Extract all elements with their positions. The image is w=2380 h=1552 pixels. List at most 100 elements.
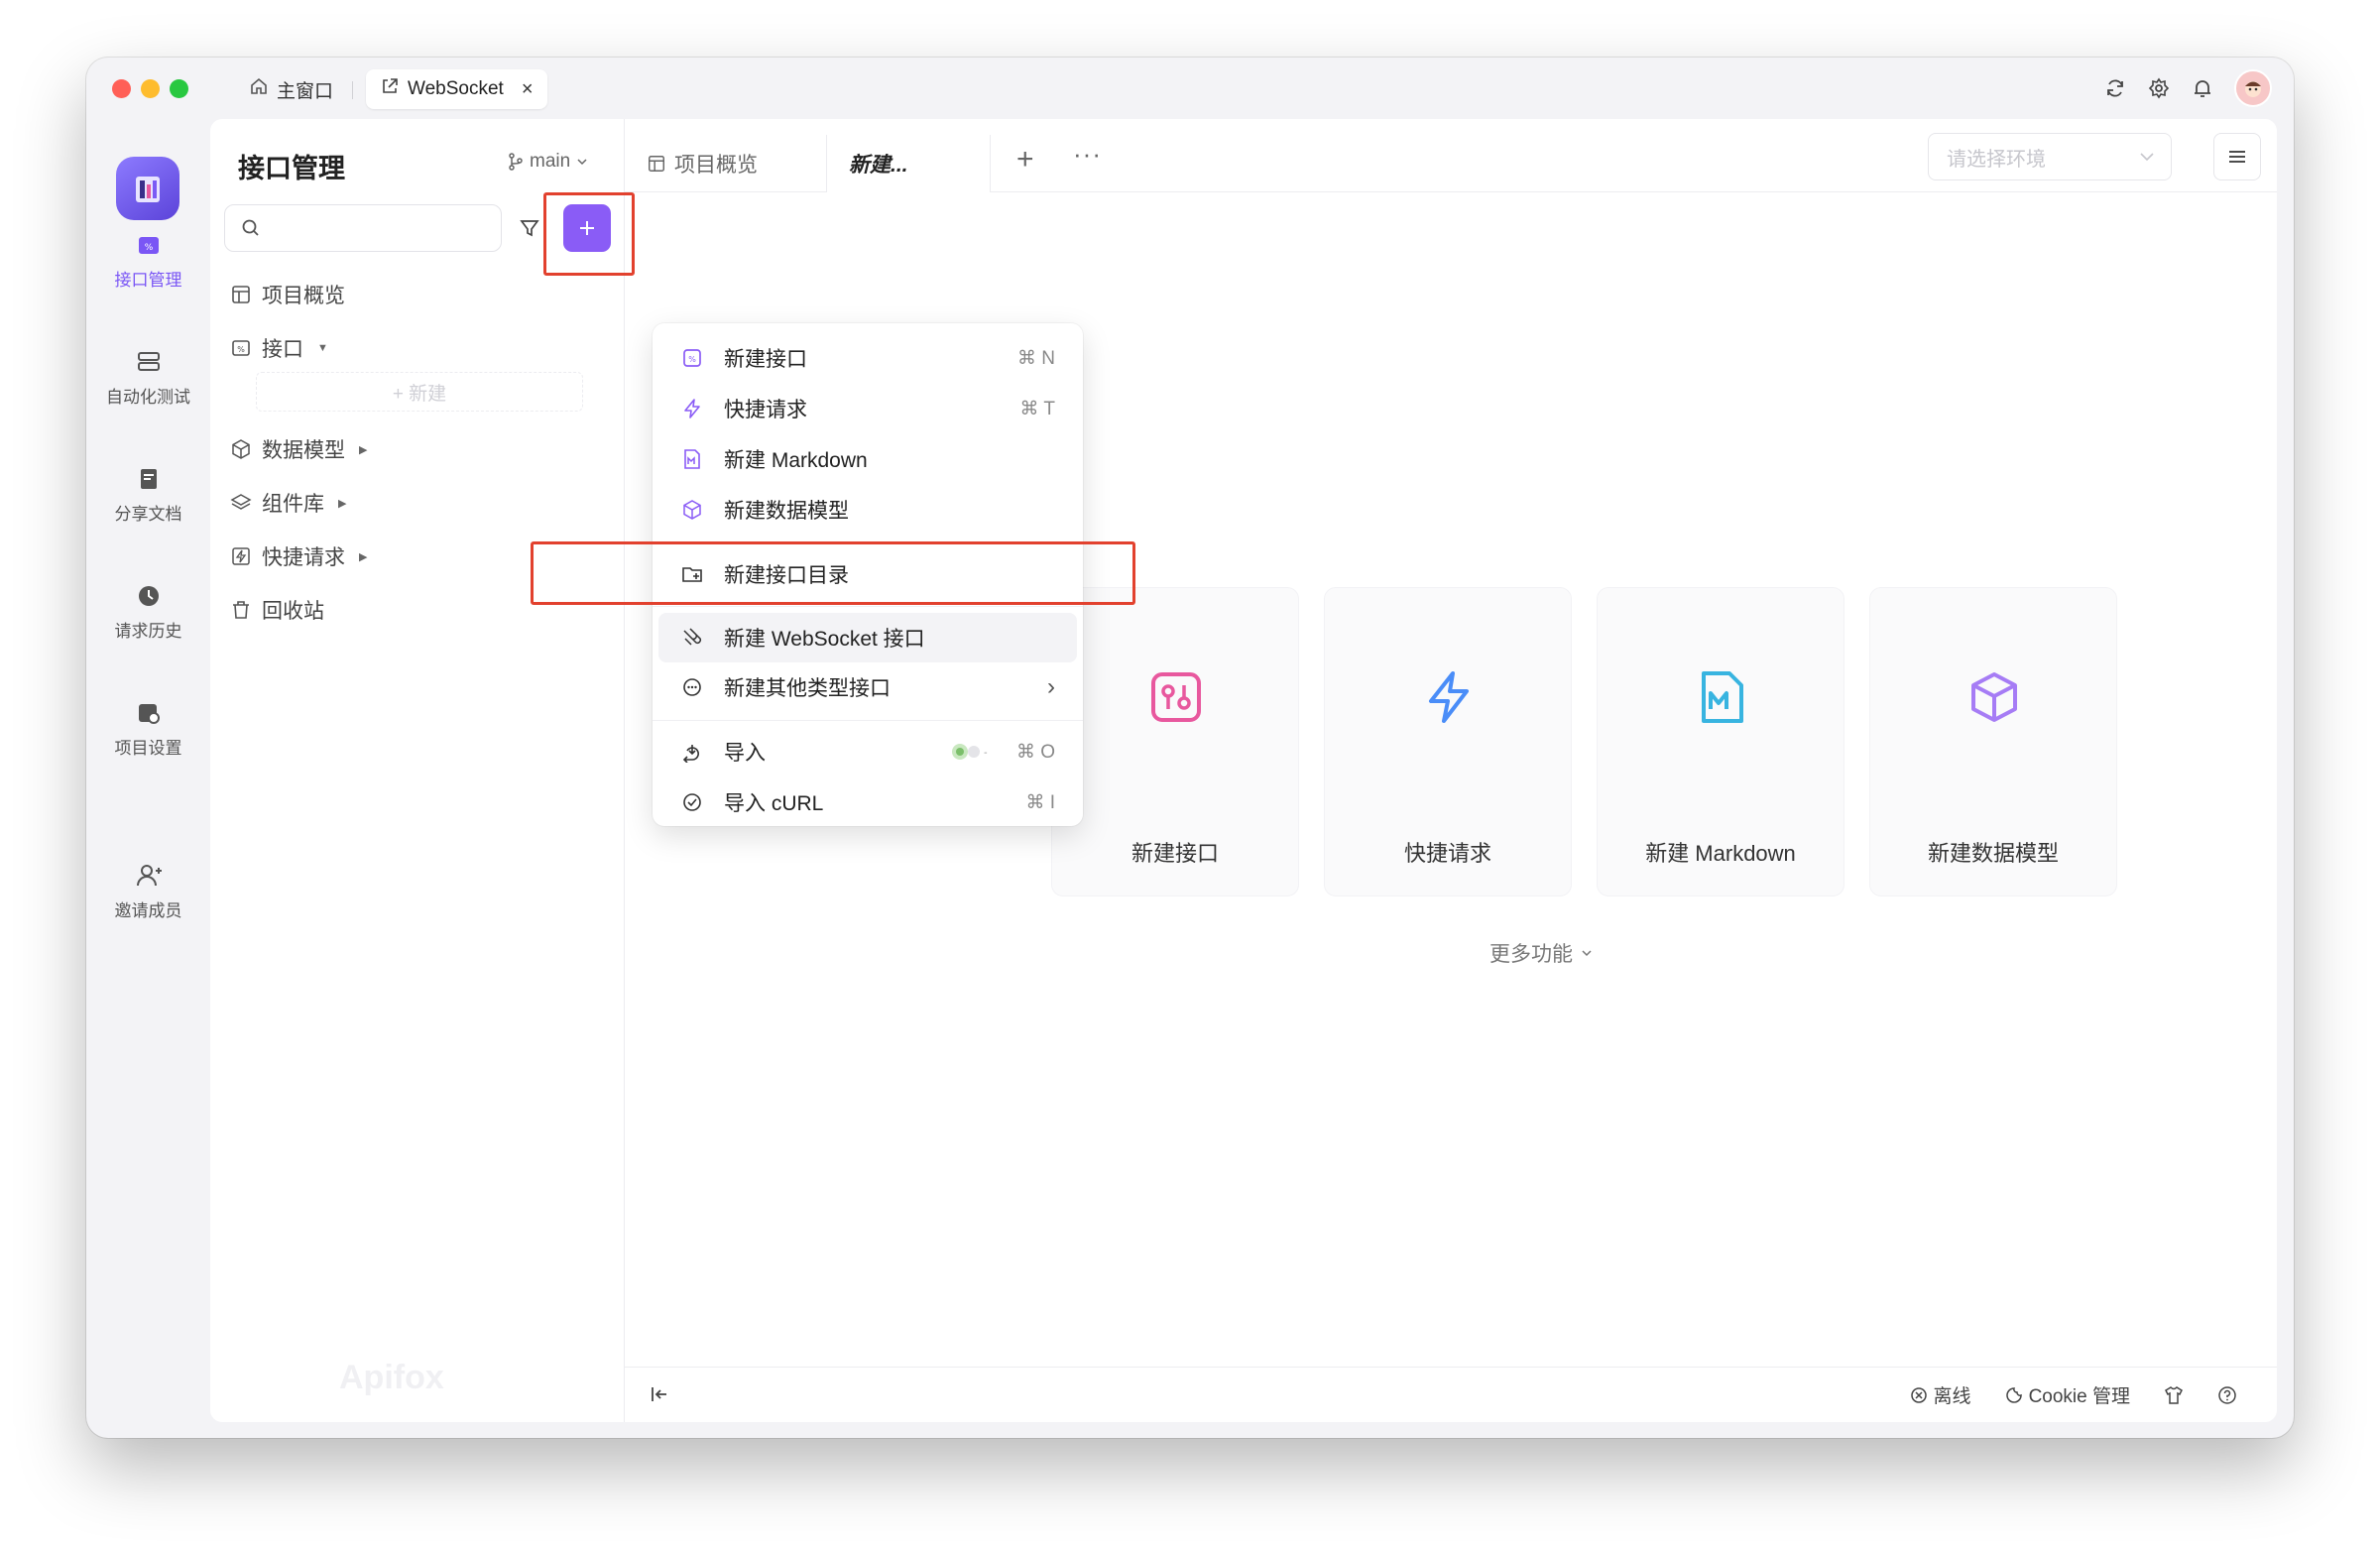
branch-icon <box>509 153 523 171</box>
tree-item-data-models[interactable]: 数据模型 ▶ <box>230 434 367 464</box>
rail-item-history[interactable]: 请求历史 <box>86 581 210 642</box>
window-tab-home[interactable]: 主窗口 <box>235 69 347 109</box>
bell-icon[interactable] <box>2191 76 2214 100</box>
card-new-markdown[interactable]: 新建 Markdown <box>1597 587 1844 896</box>
cookie-management[interactable]: Cookie 管理 <box>2005 1381 2130 1408</box>
collapse-sidebar-button[interactable] <box>649 1383 670 1411</box>
caret-right-icon: ▶ <box>338 497 347 510</box>
rail-item-invite-members[interactable]: 邀请成员 <box>86 861 210 921</box>
menu-button[interactable] <box>2213 133 2261 180</box>
api-icon: % <box>680 346 704 370</box>
filter-icon <box>520 220 539 237</box>
minimize-window-button[interactable] <box>141 79 160 98</box>
chevron-down-icon <box>577 159 587 166</box>
svg-text:%: % <box>237 345 245 354</box>
new-tab-button[interactable]: + <box>1016 143 1034 177</box>
help-icon <box>2218 1385 2236 1404</box>
shortcut-label: ⌘ O <box>1015 741 1055 763</box>
offline-status[interactable]: 离线 <box>1910 1381 1971 1408</box>
layout-icon <box>649 156 664 172</box>
card-quick-request[interactable]: 快捷请求 <box>1324 587 1572 896</box>
avatar[interactable] <box>2234 69 2272 107</box>
menu-item-quick-request[interactable]: 快捷请求 ⌘ T <box>658 384 1077 433</box>
search-box[interactable] <box>224 204 502 252</box>
menu-item-new-api[interactable]: % 新建接口 ⌘ N <box>658 333 1077 383</box>
external-link-icon <box>380 76 400 102</box>
add-user-icon <box>136 865 162 887</box>
lightning-icon <box>680 397 704 420</box>
menu-item-new-websocket[interactable]: 新建 WebSocket 接口 <box>658 613 1077 662</box>
nav-rail: % 接口管理 自动化测试 分享文档 请求历史 项目设置 邀请成员 <box>86 119 210 1438</box>
cube-icon <box>1971 672 2017 722</box>
svg-text:%: % <box>144 243 153 253</box>
branch-label: main <box>530 151 571 172</box>
highlight-websocket-item <box>531 541 1135 605</box>
menu-item-new-data-model[interactable]: 新建数据模型 <box>658 485 1077 535</box>
card-new-data-model[interactable]: 新建数据模型 <box>1869 587 2117 896</box>
cube-icon <box>232 439 250 459</box>
shortcut-label: ⌘ I <box>1025 791 1055 813</box>
cookie-icon <box>2005 1386 2022 1403</box>
menu-divider <box>653 606 1083 607</box>
menu-item-import-curl[interactable]: 导入 cURL ⌘ I <box>658 777 1077 827</box>
tab-new[interactable]: 新建... <box>826 135 991 192</box>
close-tab-icon[interactable]: × <box>522 78 534 101</box>
window-tab-home-label: 主窗口 <box>277 80 334 102</box>
markdown-icon <box>1702 671 1743 723</box>
branch-selector[interactable]: main <box>508 151 588 173</box>
tree-item-apis[interactable]: % 接口 ▼ <box>230 333 328 363</box>
window-tab-websocket[interactable]: WebSocket × <box>366 69 547 109</box>
app-window: 主窗口 WebSocket × % 接口管理 自动化测试 分享文档 请求历史 项… <box>86 58 2294 1438</box>
status-bar: 离线 Cookie 管理 <box>625 1367 2277 1422</box>
svg-text:%: % <box>688 355 696 364</box>
tab-overview[interactable]: 项目概览 <box>625 135 779 192</box>
menu-divider <box>653 720 1083 721</box>
gear-icon[interactable] <box>2147 76 2171 100</box>
caret-down-icon: ▼ <box>317 342 328 354</box>
markdown-icon <box>680 447 704 471</box>
project-logo[interactable] <box>116 157 179 220</box>
caret-right-icon: ▶ <box>359 550 368 563</box>
rail-item-api-management[interactable]: % 接口管理 <box>86 230 210 291</box>
brand-watermark: Apifox <box>339 1359 444 1396</box>
environment-select[interactable]: 请选择环境 <box>1928 133 2172 180</box>
maximize-window-button[interactable] <box>170 79 188 98</box>
help-button[interactable] <box>2217 1385 2237 1405</box>
trash-icon <box>233 601 249 619</box>
tab-divider <box>352 81 353 99</box>
more-functions-button[interactable]: 更多功能 <box>1489 938 1593 968</box>
rail-item-share-docs[interactable]: 分享文档 <box>86 464 210 525</box>
api-card-icon <box>1151 672 1201 722</box>
environment-placeholder: 请选择环境 <box>1947 148 2046 171</box>
highlight-add-button <box>543 192 635 276</box>
rail-item-project-settings[interactable]: 项目设置 <box>86 698 210 759</box>
new-inline-button[interactable]: + 新建 <box>256 372 583 412</box>
chevron-down-icon <box>2140 153 2154 162</box>
sync-icon[interactable] <box>2103 76 2127 100</box>
offline-icon <box>1910 1386 1927 1403</box>
websocket-icon <box>680 626 704 650</box>
window-tab-websocket-label: WebSocket <box>408 78 504 99</box>
menu-item-other-api-types[interactable]: 新建其他类型接口 › <box>658 662 1077 712</box>
tree-item-overview[interactable]: 项目概览 <box>230 280 345 309</box>
settings-icon <box>138 704 160 724</box>
close-window-button[interactable] <box>112 79 131 98</box>
shortcut-label: ⌘ N <box>1017 347 1055 369</box>
more-tabs-button[interactable]: ··· <box>1073 139 1102 170</box>
menu-item-new-markdown[interactable]: 新建 Markdown <box>658 434 1077 484</box>
curl-icon <box>680 790 704 814</box>
tab-bar: 项目概览 新建... + ··· 请选择环境 <box>625 119 2277 192</box>
title-bar: 主窗口 WebSocket × <box>86 58 2294 119</box>
card-new-api[interactable]: 新建接口 <box>1051 587 1299 896</box>
more-circle-icon <box>680 675 704 699</box>
sidebar: 接口管理 main 项目概览 % 接口 ▼ + 新建 数据模型 ▶ 组件库 ▶ … <box>210 119 625 1422</box>
rail-item-automation[interactable]: 自动化测试 <box>86 347 210 408</box>
menu-item-import[interactable]: 导入 - ⌘ O <box>658 727 1077 776</box>
search-input[interactable] <box>269 217 487 239</box>
theme-button[interactable] <box>2164 1385 2184 1405</box>
tree-item-components[interactable]: 组件库 ▶ <box>230 488 346 518</box>
tree-item-trash[interactable]: 回收站 <box>230 595 324 625</box>
main-panel: 接口管理 main 项目概览 % 接口 ▼ + 新建 数据模型 ▶ 组件库 ▶ … <box>210 119 2277 1422</box>
lightning-box-icon <box>232 547 250 565</box>
tree-item-quick-requests[interactable]: 快捷请求 ▶ <box>230 541 367 571</box>
